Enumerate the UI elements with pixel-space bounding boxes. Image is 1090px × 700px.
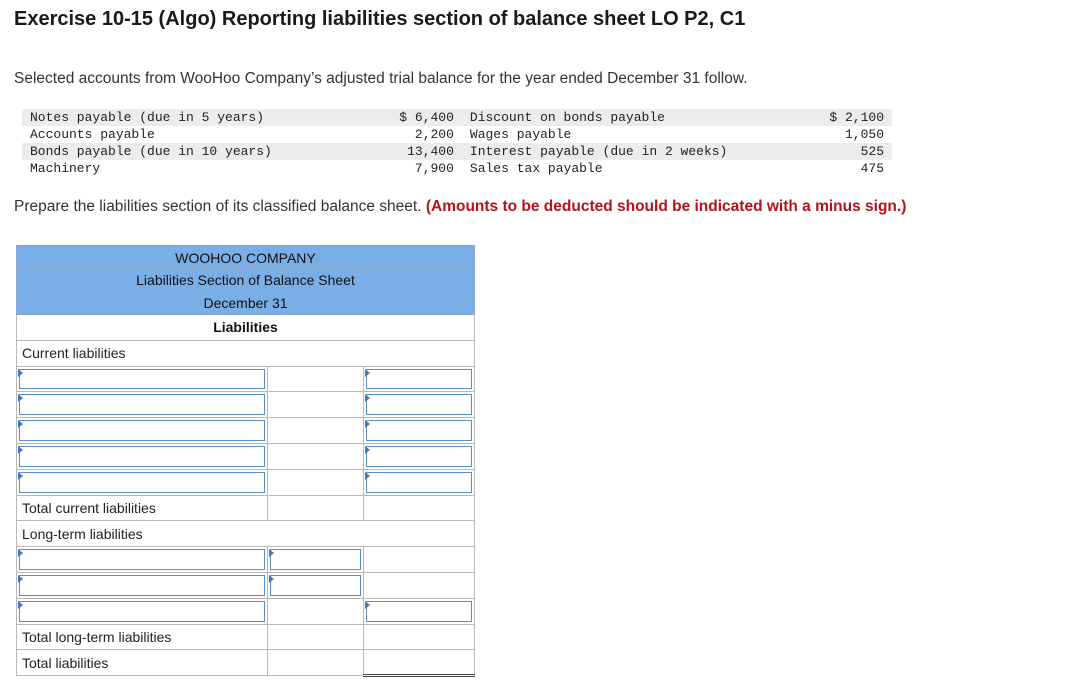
long-term-liabilities-label: Long-term liabilities — [16, 520, 475, 548]
amount-input[interactable] — [363, 365, 475, 393]
total-row: Total liabilities — [15, 649, 475, 678]
amount-input[interactable] — [267, 546, 365, 573]
account-amount: 1,050 — [844, 127, 884, 142]
dropdown-arrow-icon — [18, 368, 23, 377]
dropdown-arrow-icon — [18, 600, 23, 609]
sheet-header-row: December 31 — [16, 291, 475, 315]
section-title: Liabilities — [16, 314, 475, 341]
dropdown-arrow-icon — [18, 420, 23, 429]
current-liability-row — [15, 442, 475, 470]
total-row: Total current liabilities — [15, 494, 475, 522]
current-liability-row — [15, 468, 475, 496]
dropdown-arrow-icon — [18, 574, 23, 583]
instruction-warning: (Amounts to be deducted should be indica… — [425, 198, 907, 215]
exercise-title: Exercise 10-15 (Algo) Reporting liabilit… — [14, 8, 746, 30]
account-select[interactable] — [15, 468, 269, 496]
input-arrow-icon — [269, 574, 275, 583]
account-amount: $ 2,100 — [821, 109, 892, 126]
section-header-row: Liabilities — [16, 314, 475, 341]
dropdown-arrow-icon — [18, 549, 23, 558]
input-arrow-icon — [365, 445, 371, 454]
account-name: Sales tax payable — [469, 161, 603, 176]
long-term-liability-row — [15, 546, 475, 573]
sheet-subtitle: Liabilities Section of Balance Sheet — [16, 268, 475, 292]
trial-balance-row: Accounts payable 2,200 Wages payable 1,0… — [22, 126, 892, 143]
total-long-term-liabilities-value — [363, 623, 475, 651]
account-amount: 475 — [860, 161, 884, 176]
company-name: WOOHOO COMPANY — [16, 245, 475, 269]
current-liabilities-label: Current liabilities — [16, 339, 475, 367]
total-row: Total long-term liabilities — [15, 623, 475, 651]
account-name: Notes payable (due in 5 years) — [22, 109, 392, 126]
current-liability-row — [15, 417, 475, 444]
account-name: Machinery — [30, 161, 101, 176]
empty-cell — [267, 623, 365, 651]
account-amount: 7,900 — [414, 161, 454, 176]
account-select[interactable] — [15, 571, 269, 599]
account-select[interactable] — [15, 597, 269, 625]
sheet-header-row: WOOHOO COMPANY — [16, 245, 475, 269]
empty-cell — [363, 546, 475, 573]
trial-balance-row: Notes payable (due in 5 years) $ 6,400 D… — [22, 109, 892, 126]
amount-input[interactable] — [363, 442, 475, 470]
account-amount: 525 — [821, 143, 892, 160]
account-name: Bonds payable (due in 10 years) — [22, 143, 392, 160]
account-select[interactable] — [15, 391, 269, 419]
amount-input[interactable] — [363, 468, 475, 496]
total-long-term-liabilities-label: Total long-term liabilities — [15, 623, 269, 651]
empty-cell — [267, 494, 365, 522]
current-liability-row — [15, 365, 475, 393]
label-row: Long-term liabilities — [16, 520, 475, 548]
input-arrow-icon — [269, 549, 275, 558]
current-liability-row — [15, 391, 475, 419]
trial-balance-row: Bonds payable (due in 10 years) 13,400 I… — [22, 143, 892, 160]
sheet-date: December 31 — [16, 291, 475, 315]
dropdown-arrow-icon — [18, 394, 23, 403]
empty-cell — [363, 571, 475, 599]
empty-cell — [267, 597, 365, 625]
account-name: Wages payable — [469, 127, 572, 142]
total-current-liabilities-value — [363, 494, 475, 522]
empty-cell — [267, 391, 365, 419]
account-name: Accounts payable — [30, 127, 155, 142]
total-liabilities-label: Total liabilities — [15, 649, 269, 677]
trial-balance-row: Machinery 7,900 Sales tax payable 475 — [22, 160, 892, 177]
amount-input[interactable] — [363, 391, 475, 419]
dropdown-arrow-icon — [18, 445, 23, 454]
label-row: Current liabilities — [16, 339, 475, 367]
amount-input[interactable] — [363, 417, 475, 444]
input-arrow-icon — [365, 368, 371, 377]
amount-input[interactable] — [363, 597, 475, 625]
dropdown-arrow-icon — [18, 471, 23, 480]
total-liabilities-value — [363, 649, 475, 678]
intro-text: Selected accounts from WooHoo Company’s … — [14, 70, 748, 87]
account-select[interactable] — [15, 546, 269, 573]
input-arrow-icon — [365, 600, 371, 609]
empty-cell — [267, 649, 365, 677]
account-amount: 13,400 — [391, 143, 462, 160]
account-select[interactable] — [15, 417, 269, 444]
input-arrow-icon — [365, 420, 371, 429]
account-name: Interest payable (due in 2 weeks) — [461, 143, 822, 160]
account-name: Discount on bonds payable — [461, 109, 822, 126]
input-arrow-icon — [365, 394, 371, 403]
amount-input[interactable] — [267, 571, 365, 599]
input-arrow-icon — [365, 471, 371, 480]
empty-cell — [267, 442, 365, 470]
empty-cell — [267, 417, 365, 444]
trial-balance-table: Notes payable (due in 5 years) $ 6,400 D… — [22, 109, 892, 177]
sheet-header-row: Liabilities Section of Balance Sheet — [16, 268, 475, 292]
account-select[interactable] — [15, 365, 269, 393]
long-term-liability-row — [15, 597, 475, 625]
empty-cell — [267, 468, 365, 496]
long-term-liability-row — [15, 571, 475, 599]
instruction-text: Prepare the liabilities section of its c… — [14, 198, 906, 216]
instruction-main: Prepare the liabilities section of its c… — [14, 198, 422, 215]
account-select[interactable] — [15, 442, 269, 470]
account-amount: 2,200 — [414, 127, 454, 142]
account-amount: $ 6,400 — [391, 109, 462, 126]
balance-sheet-table: WOOHOO COMPANY Liabilities Section of Ba… — [15, 245, 475, 678]
empty-cell — [267, 365, 365, 393]
total-current-liabilities-label: Total current liabilities — [15, 494, 269, 522]
